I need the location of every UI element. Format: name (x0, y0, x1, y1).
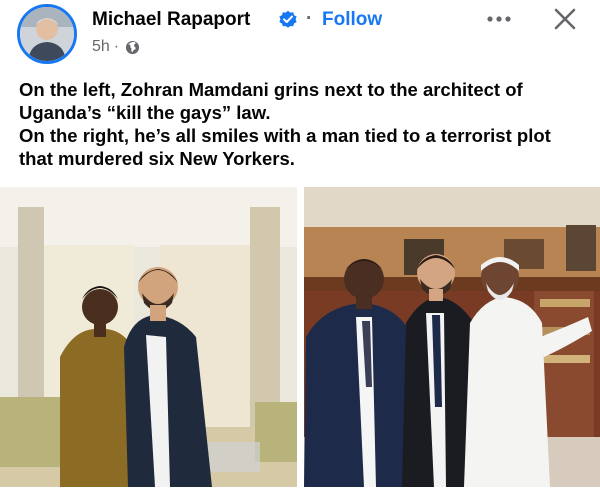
author-name[interactable]: Michael Rapaport (92, 9, 250, 31)
post-meta: 5h · (92, 38, 140, 56)
verified-badge-icon (279, 10, 297, 28)
post-header: Michael Rapaport · Follow 5h · (0, 0, 600, 68)
close-icon[interactable] (551, 5, 579, 33)
post-line: On the left, Zohran Mamdani grins next t… (19, 79, 523, 123)
meta-separator: · (113, 38, 120, 55)
more-options-icon[interactable] (484, 4, 514, 34)
post-body: On the left, Zohran Mamdani grins next t… (19, 78, 584, 170)
post-line: On the right, he’s all smiles with a man… (19, 125, 551, 169)
globe-icon[interactable] (125, 40, 140, 55)
header-separator: · (306, 8, 313, 29)
photo-right[interactable] (304, 187, 600, 487)
photo-left[interactable] (0, 187, 297, 487)
follow-button[interactable]: Follow (322, 9, 382, 31)
author-avatar[interactable] (17, 4, 77, 64)
photo-grid (0, 187, 600, 489)
post-timestamp[interactable]: 5h (92, 38, 110, 56)
